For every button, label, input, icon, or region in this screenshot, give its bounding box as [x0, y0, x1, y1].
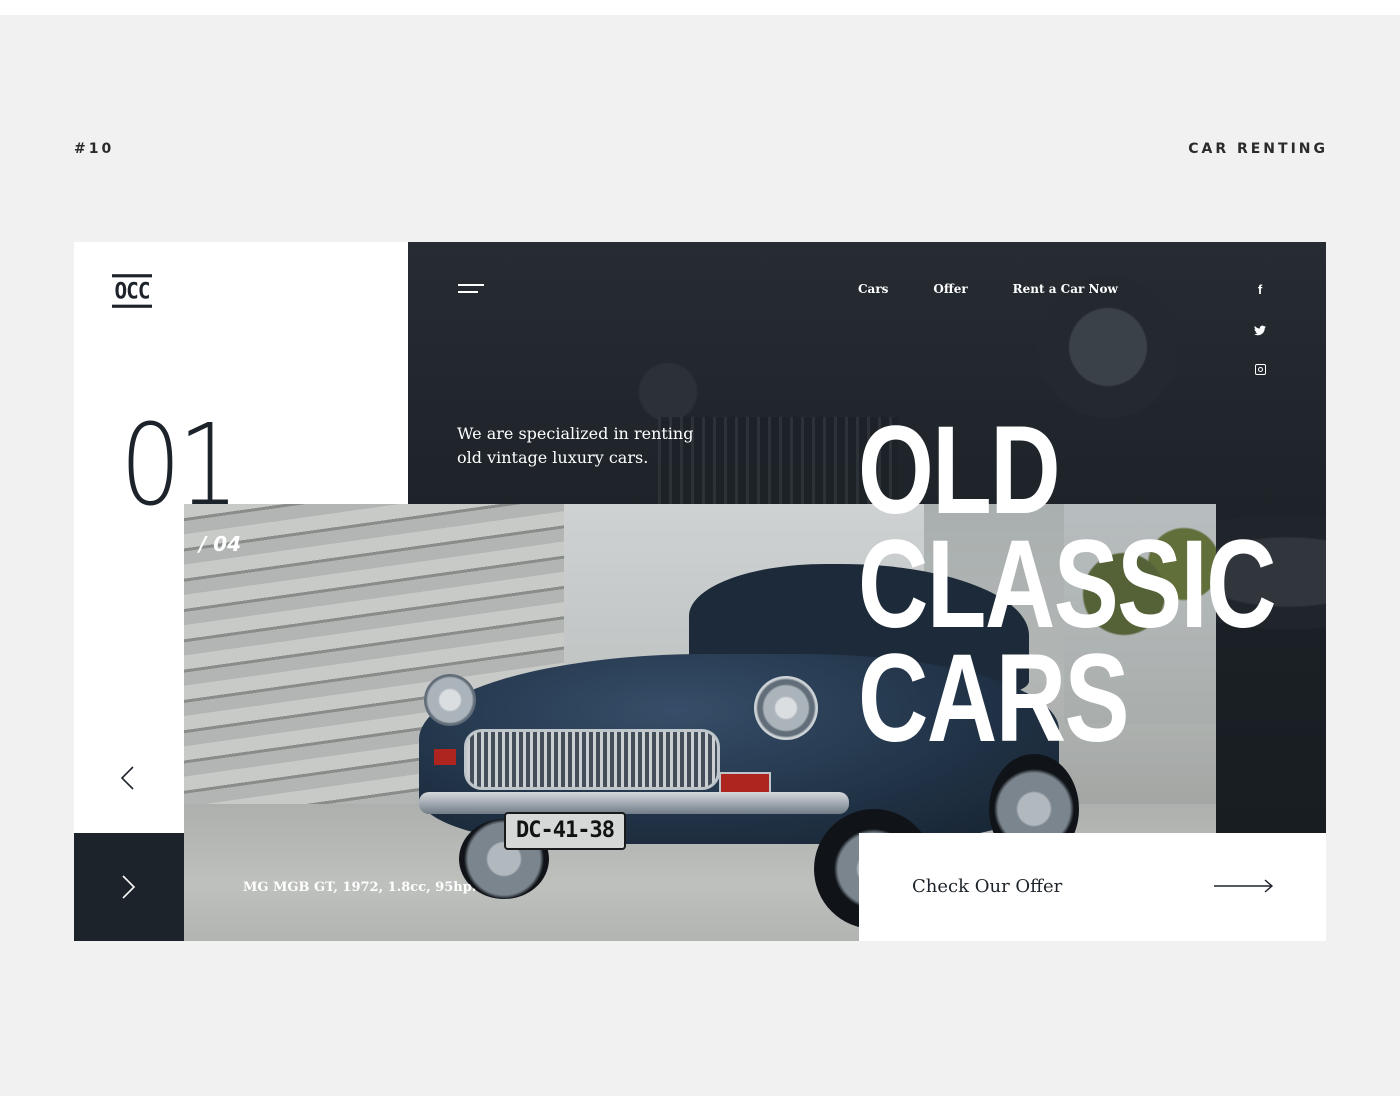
headline-line: CARS [858, 629, 1130, 768]
project-number: #10 [74, 141, 115, 157]
instagram-icon[interactable] [1250, 360, 1270, 380]
prev-slide-button[interactable] [114, 764, 142, 792]
chevron-right-icon [122, 875, 136, 899]
chevron-left-icon [120, 766, 134, 790]
main-nav: Cars Offer Rent a Car Now [858, 282, 1163, 296]
project-category: CAR RENTING [1188, 141, 1328, 157]
menu-line [458, 291, 478, 293]
top-strip [0, 0, 1400, 15]
website-mockup: OCC Cars Offer Rent a Car Now f We are s… [74, 242, 1326, 941]
twitter-icon[interactable] [1250, 321, 1270, 341]
facebook-icon[interactable]: f [1250, 282, 1270, 302]
nav-item-offer[interactable]: Offer [933, 282, 967, 296]
nav-item-cars[interactable]: Cars [858, 282, 888, 296]
menu-line [458, 284, 484, 286]
nav-item-rent-a-car-now[interactable]: Rent a Car Now [1013, 282, 1118, 296]
social-links: f [1250, 282, 1270, 399]
hero-headline: OLD CLASSIC CARS [858, 401, 1277, 768]
car-caption: MG MGB GT, 1972, 1.8cc, 95hp. [243, 880, 477, 895]
hero-tagline: We are specialized in renting old vintag… [457, 424, 694, 467]
headline-line: CLASSIC [858, 515, 1277, 654]
slide-number: 01 [120, 401, 239, 531]
headline-line: OLD [858, 401, 1061, 540]
slide-total: / 04 [199, 532, 242, 556]
next-slide-button[interactable] [74, 833, 184, 941]
cta-label: Check Our Offer [912, 876, 1063, 897]
check-offer-button[interactable]: Check Our Offer [859, 833, 1326, 941]
brand-logo[interactable]: OCC [112, 274, 152, 308]
menu-toggle-button[interactable] [458, 282, 486, 296]
arrow-right-icon [1214, 879, 1274, 893]
